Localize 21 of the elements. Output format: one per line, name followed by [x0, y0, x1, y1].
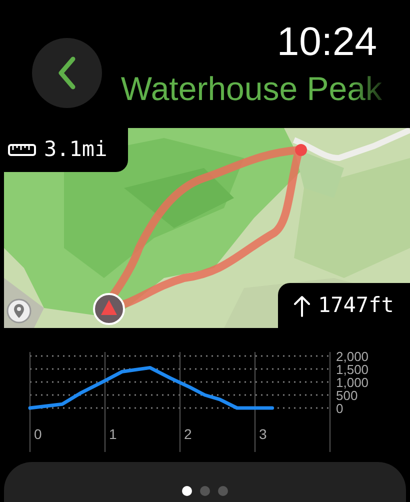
trailhead-marker-icon	[92, 292, 126, 326]
y-axis-label: 500	[336, 388, 358, 403]
x-axis-label: 2	[184, 426, 192, 442]
location-icon[interactable]	[6, 298, 32, 324]
page-dot[interactable]	[218, 486, 228, 496]
x-axis-label: 0	[34, 426, 42, 442]
y-axis-label: 2,000	[336, 349, 369, 364]
page-dot[interactable]	[200, 486, 210, 496]
up-arrow-icon	[294, 294, 310, 316]
distance-value: 3.1mi	[44, 136, 108, 164]
y-axis-label: 1,000	[336, 375, 369, 390]
ruler-icon	[8, 144, 36, 156]
x-axis-label: 1	[109, 426, 117, 442]
y-axis-label: 1,500	[336, 362, 369, 377]
time: 10:24	[276, 22, 377, 62]
x-axis-label: 3	[259, 426, 267, 442]
trail-title: Waterhouse Peak	[120, 72, 382, 105]
back-icon	[57, 56, 77, 90]
page-dot[interactable]	[182, 486, 192, 496]
y-axis-label: 0	[336, 401, 344, 416]
elevation-gain: 1747ft	[318, 292, 394, 319]
